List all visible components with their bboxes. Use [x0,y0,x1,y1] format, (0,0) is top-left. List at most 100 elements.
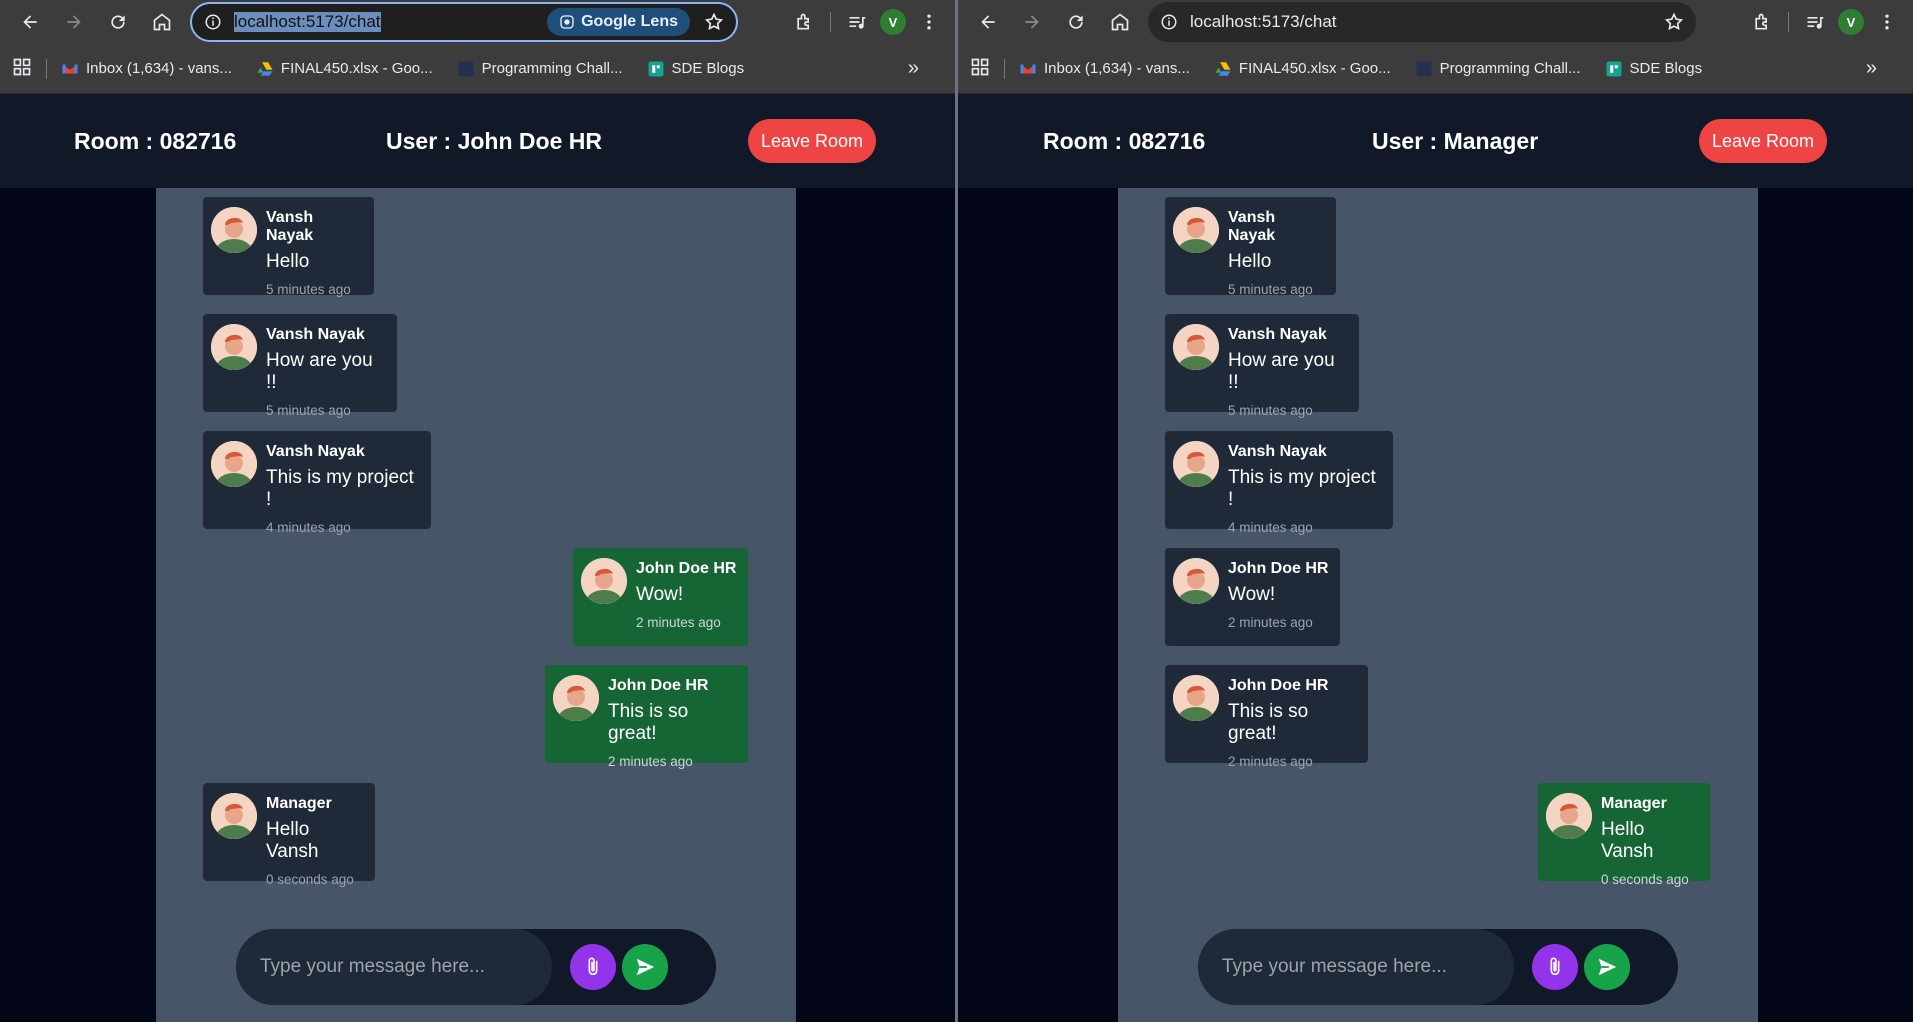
user-label: User : John Doe HR [386,127,602,154]
avatar [581,558,627,604]
forward-icon[interactable] [56,4,92,40]
browser-window-right: localhost:5173/chat V Inbox (1,634) - va… [958,0,1913,1022]
back-icon[interactable] [970,4,1006,40]
send-button[interactable] [622,944,668,990]
reload-icon[interactable] [1058,4,1094,40]
more-bookmarks-icon[interactable]: » [1866,57,1877,80]
message-text: Wow! [1228,584,1276,605]
message-text: This is so great! [1228,701,1309,744]
profile-avatar[interactable]: V [875,4,911,40]
bookmark-sheets[interactable]: FINAL450.xlsx - Goo... [1214,60,1391,78]
sender-name: Vansh Nayak [1228,209,1276,244]
room-label: Room : 082716 [1043,127,1206,154]
menu-icon[interactable] [911,4,947,40]
bookmark-label: SDE Blogs [671,60,745,77]
bookmark-programming[interactable]: Programming Chall... [1415,60,1581,78]
sender-name: Vansh Nayak [266,326,365,343]
menu-icon[interactable] [1869,4,1905,40]
paperclip-icon [588,957,598,976]
bookmark-label: Programming Chall... [1439,60,1581,77]
sender-name: John Doe HR [636,560,737,577]
browser-window-left: localhost:5173/chat Google Lens V Inbox … [0,0,955,1022]
media-control-icon[interactable] [839,4,875,40]
message-time: 2 minutes ago [636,615,721,630]
profile-initial: V [880,9,906,35]
avatar [553,675,599,721]
address-bar[interactable]: localhost:5173/chat [1148,2,1696,42]
bookmark-label: Inbox (1,634) - vans... [1044,60,1190,77]
more-bookmarks-icon[interactable]: » [908,57,919,80]
message-time: 5 minutes ago [1228,282,1313,297]
leave-room-button[interactable]: Leave Room [1699,119,1827,163]
message-time: 2 minutes ago [1228,754,1313,769]
sender-name: Manager [1601,795,1667,812]
message-time: 2 minutes ago [608,754,693,769]
bookmark-label: Inbox (1,634) - vans... [86,60,232,77]
google-drive-icon [257,61,273,76]
bookmark-programming[interactable]: Programming Chall... [457,60,623,78]
gmail-icon [1020,64,1036,73]
media-control-icon[interactable] [1797,4,1833,40]
bookmark-sheets[interactable]: FINAL450.xlsx - Goo... [256,60,433,78]
code-site-icon [458,61,474,76]
message-bubble: John Doe HR Wow! 2 minutes ago [1165,548,1340,646]
message-bubble: Vansh Nayak How are you !! 5 minutes ago [203,314,397,418]
message-bubble: John Doe HR This is so great! 2 minutes ag… [545,665,748,769]
url-text[interactable]: localhost:5173/chat [234,12,381,32]
info-icon[interactable] [1160,13,1178,31]
attach-button[interactable] [570,944,616,990]
url-text[interactable]: localhost:5173/chat [1190,12,1337,32]
apps-grid-icon[interactable] [970,57,990,81]
sender-name: Vansh Nayak [1228,443,1327,460]
bookmark-sde-blogs[interactable]: SDE Blogs [1605,60,1702,78]
message-text: How are you !! [266,350,373,393]
avatar [1173,675,1219,721]
profile-initial: V [1838,9,1864,35]
send-button[interactable] [1584,944,1630,990]
message-text: How are you !! [1228,350,1335,393]
home-icon[interactable] [1102,4,1138,40]
extensions-icon[interactable] [786,4,822,40]
apps-grid-icon[interactable] [12,57,32,81]
profile-avatar[interactable]: V [1833,4,1869,40]
avatar [211,441,257,487]
attach-button[interactable] [1532,944,1578,990]
gmail-icon [62,64,78,73]
avatar [211,324,257,370]
bookmark-label: Programming Chall... [481,60,623,77]
forward-icon[interactable] [1014,4,1050,40]
extensions-icon[interactable] [1744,4,1780,40]
message-text: Hello Vansh [266,819,319,862]
message-bubble: Vansh Nayak Hello 5 minutes ago [1165,197,1336,297]
bookmark-star-icon[interactable] [702,10,726,34]
message-input[interactable] [236,929,552,1005]
bookmark-star-icon[interactable] [1662,10,1686,34]
bookmark-label: FINAL450.xlsx - Goo... [280,60,433,77]
bookmark-sde-blogs[interactable]: SDE Blogs [647,60,745,78]
sender-name: John Doe HR [608,677,709,694]
lens-icon [560,15,574,29]
sender-name: Vansh Nayak [266,443,365,460]
message-text: This is my project ! [266,467,414,510]
back-icon[interactable] [12,4,48,40]
leave-room-button[interactable]: Leave Room [748,119,876,163]
user-label: User : Manager [1372,127,1539,154]
sender-name: John Doe HR [1228,677,1329,694]
message-time: 5 minutes ago [266,403,351,418]
bookmark-gmail[interactable]: Inbox (1,634) - vans... [61,60,232,78]
home-icon[interactable] [144,4,180,40]
room-label: Room : 082716 [74,127,237,154]
sender-name: John Doe HR [1228,560,1329,577]
message-time: 2 minutes ago [1228,615,1313,630]
reload-icon[interactable] [100,4,136,40]
browser-toolbar: localhost:5173/chat Google Lens V [0,0,955,44]
address-bar[interactable]: localhost:5173/chat Google Lens [190,2,738,42]
google-lens-button[interactable]: Google Lens [547,8,690,36]
message-bubble: John Doe HR This is so great! 2 minutes ag… [1165,665,1368,769]
bookmark-gmail[interactable]: Inbox (1,634) - vans... [1019,60,1190,78]
avatar [1546,793,1592,839]
info-icon[interactable] [204,13,222,31]
message-text: This is so great! [608,701,689,744]
message-text: Hello Vansh [1601,819,1654,862]
message-input[interactable] [1198,929,1514,1005]
